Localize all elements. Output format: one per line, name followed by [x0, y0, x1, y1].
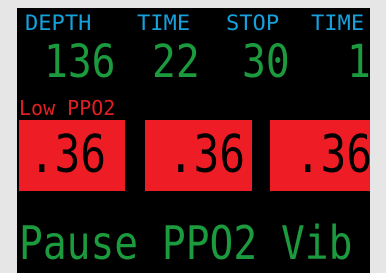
time-value: 22 [152, 35, 200, 88]
depth-value: 136 [44, 35, 116, 88]
ppo2-sensor-3-value: .36 [295, 125, 370, 185]
ndl-time-value: 1 [347, 35, 370, 88]
ppo2-sensor-1-value: .36 [29, 125, 107, 185]
pause-ppo2-vib-menu[interactable]: Pause PPO2 Vib [19, 213, 352, 273]
ppo2-sensor-2: .36 [145, 120, 252, 191]
stop-value: 30 [242, 35, 290, 88]
low-ppo2-alert: Low PPO2 [19, 96, 116, 120]
dive-computer-screen: DEPTH TIME STOP TIME 136 22 30 1 Low PPO… [17, 8, 370, 273]
ppo2-sensor-1: .36 [19, 120, 125, 191]
ppo2-sensor-3: .36 [270, 120, 370, 191]
ppo2-sensor-2-value: .36 [168, 125, 246, 185]
